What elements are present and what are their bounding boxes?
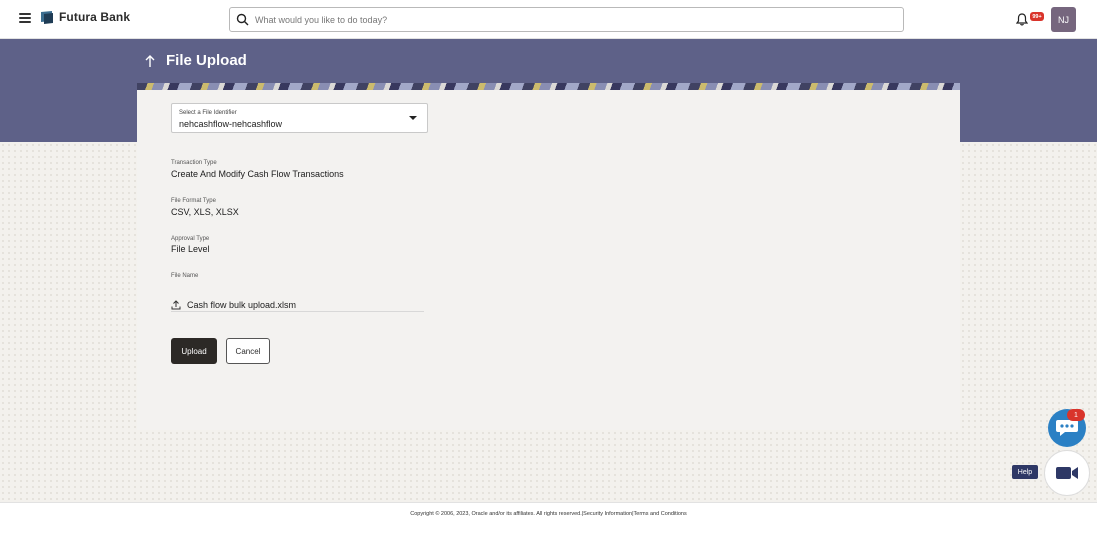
brand-logo[interactable]: Futura Bank (40, 10, 130, 24)
copyright-text: Copyright © 2006, 2023, Oracle and/or it… (410, 511, 582, 517)
back-arrow-icon[interactable] (144, 54, 156, 68)
transaction-type-label: Transaction Type (171, 160, 217, 166)
transaction-type-value: Create And Modify Cash Flow Transactions (171, 169, 344, 179)
video-icon (1056, 467, 1078, 479)
file-format-label: File Format Type (171, 198, 216, 204)
video-call-button[interactable] (1044, 450, 1090, 496)
hamburger-icon[interactable] (19, 13, 31, 23)
file-identifier-label: Select a File Identifier (179, 110, 237, 116)
search-input[interactable] (255, 14, 855, 25)
cancel-button[interactable]: Cancel (226, 338, 270, 364)
approval-type-label: Approval Type (171, 236, 210, 242)
chat-badge: 1 (1067, 409, 1085, 421)
notification-badge: 99+ (1030, 12, 1044, 21)
top-header: Futura Bank 99+ NJ (0, 0, 1097, 39)
bank-logo-icon (41, 11, 53, 24)
help-label[interactable]: Help (1012, 465, 1038, 479)
approval-type-value: File Level (171, 244, 210, 254)
brand-name: Futura Bank (59, 10, 131, 24)
search-icon (236, 13, 249, 26)
avatar[interactable]: NJ (1051, 7, 1076, 32)
page-header: File Upload (144, 52, 247, 69)
file-format-value: CSV, XLS, XLSX (171, 207, 239, 217)
file-identifier-value: nehcashflow-nehcashflow (179, 119, 283, 129)
bell-icon[interactable] (1016, 13, 1028, 26)
file-name-value: Cash flow bulk upload.xlsm (187, 299, 297, 310)
upload-button[interactable]: Upload (171, 338, 217, 364)
upload-icon (171, 299, 181, 309)
page-title: File Upload (166, 52, 247, 69)
file-upload-card: Select a File Identifier nehcashflow-neh… (137, 90, 960, 430)
terms-and-conditions-link[interactable]: Terms and Conditions (634, 511, 687, 517)
footer: Copyright © 2006, 2023, Oracle and/or it… (0, 502, 1097, 535)
chat-icon (1056, 420, 1078, 436)
footer-text: Copyright © 2006, 2023, Oracle and/or it… (410, 511, 686, 535)
search-bar[interactable] (229, 7, 904, 32)
file-picker[interactable]: Cash flow bulk upload.xlsm (171, 298, 424, 312)
dropdown-caret-icon (409, 116, 417, 120)
file-name-label: File Name (171, 273, 199, 279)
security-information-link[interactable]: Security Information (583, 511, 632, 517)
file-identifier-select[interactable]: Select a File Identifier nehcashflow-neh… (171, 103, 428, 133)
